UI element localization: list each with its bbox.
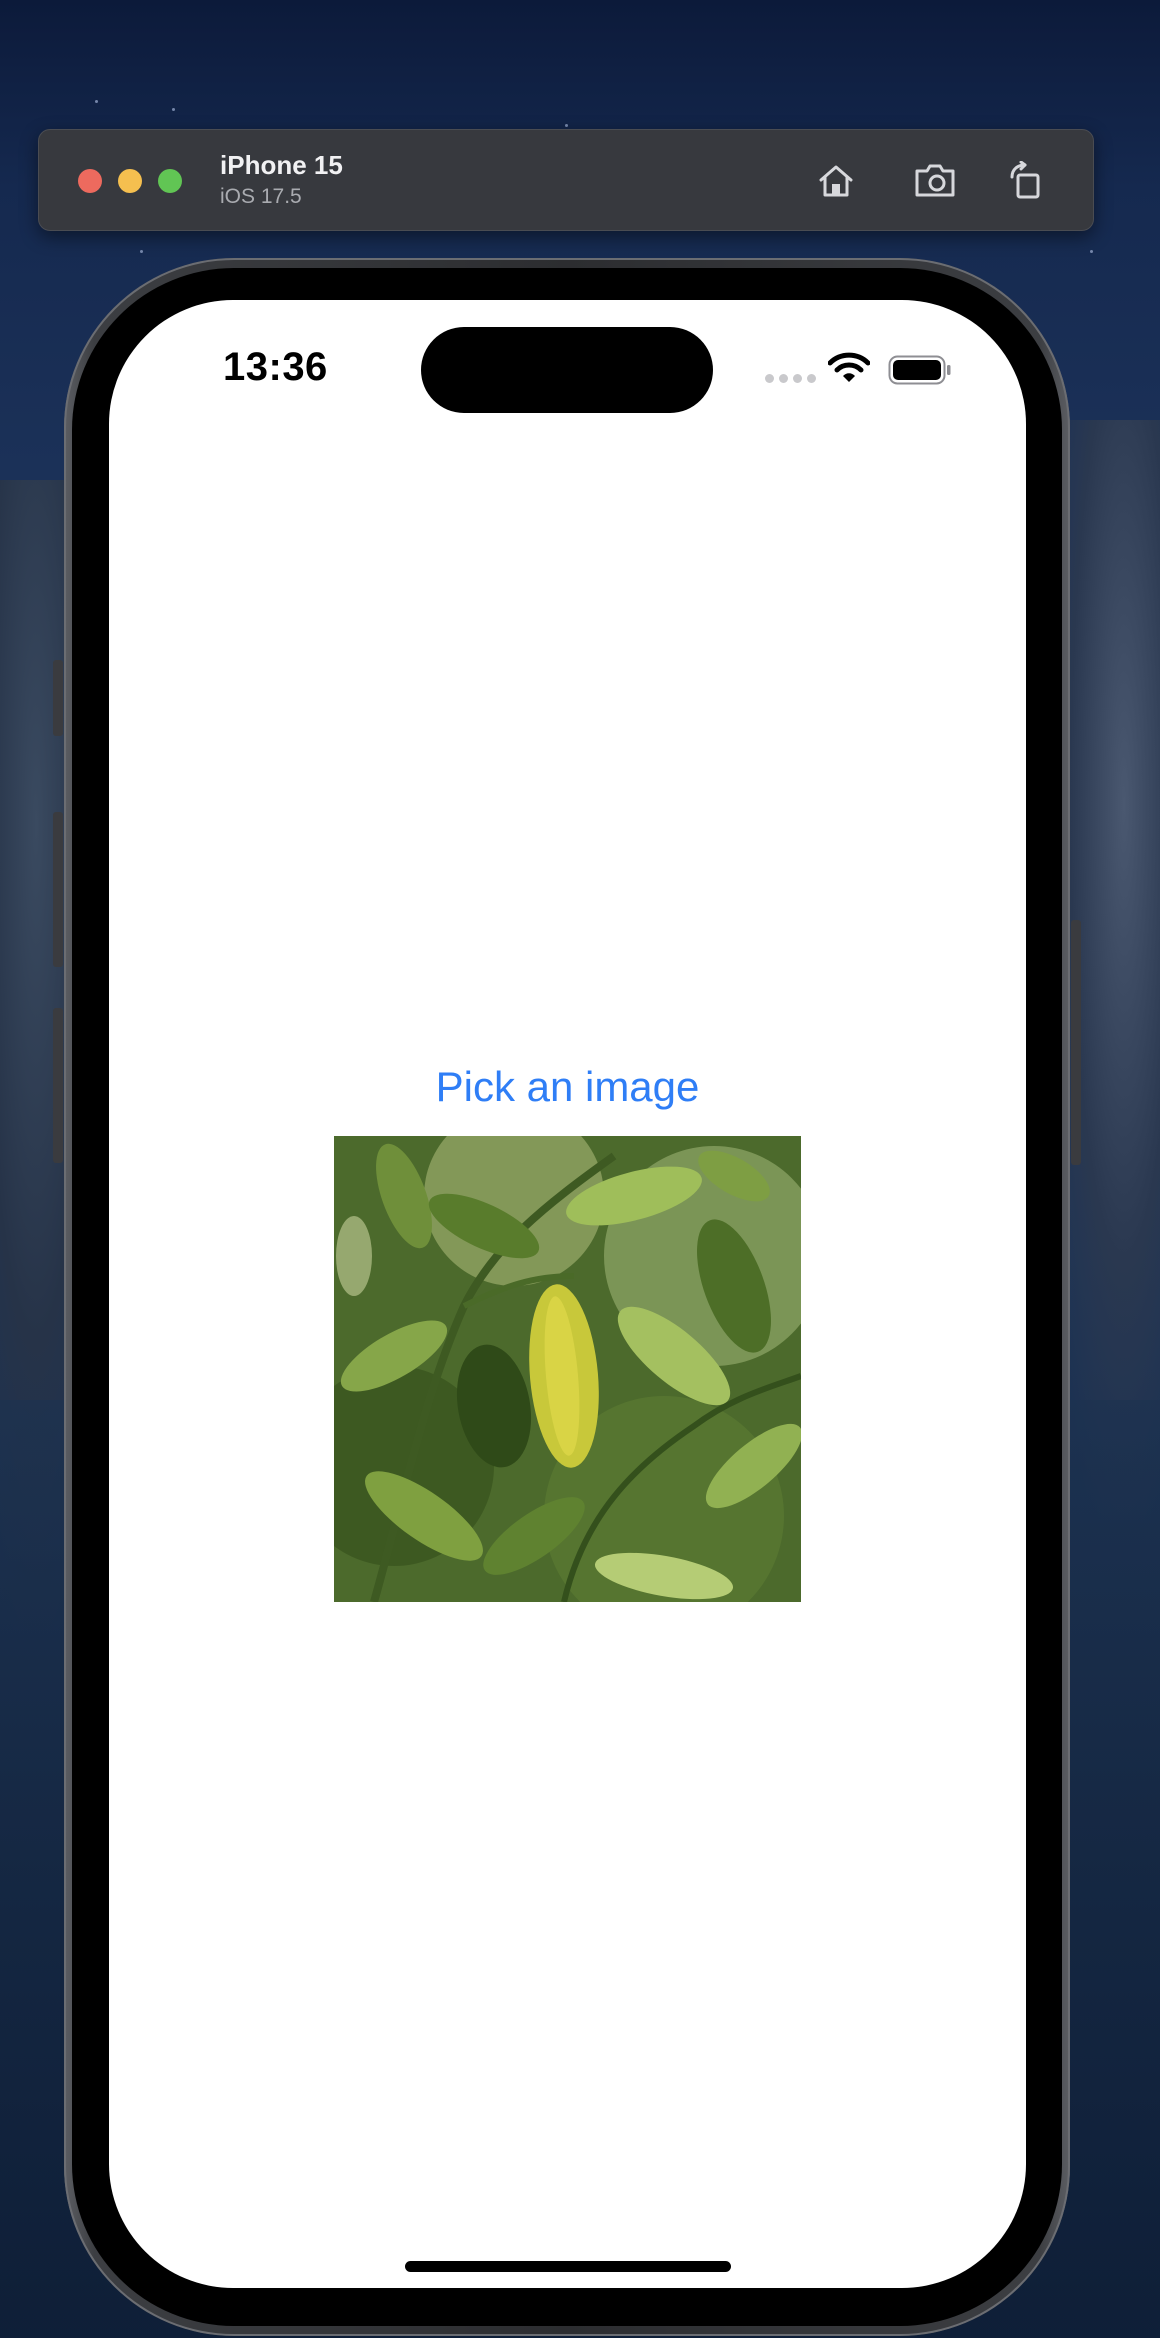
cellular-signal-icon	[765, 374, 816, 383]
volume-up-button[interactable]	[53, 812, 63, 967]
volume-down-button[interactable]	[53, 1008, 63, 1163]
picked-photo	[334, 1136, 801, 1602]
home-icon[interactable]	[810, 155, 862, 207]
status-time: 13:36	[223, 345, 328, 389]
window-close-button[interactable]	[78, 169, 102, 193]
device-name: iPhone 15	[220, 150, 343, 180]
pick-image-button[interactable]: Pick an image	[109, 1063, 1026, 1111]
power-button[interactable]	[1071, 920, 1081, 1165]
home-indicator[interactable]	[405, 2261, 731, 2272]
simulator-toolbar: iPhone 15 iOS 17.5	[38, 129, 1094, 231]
window-maximize-button[interactable]	[158, 169, 182, 193]
screenshot-icon[interactable]	[909, 155, 961, 207]
rotate-icon[interactable]	[1000, 155, 1052, 207]
dynamic-island	[421, 327, 713, 413]
device-os-version: iOS 17.5	[220, 185, 302, 208]
phone-screen: 13:36 Pick an image	[109, 300, 1026, 2288]
window-minimize-button[interactable]	[118, 169, 142, 193]
wifi-icon	[827, 352, 871, 389]
action-button[interactable]	[53, 660, 63, 736]
battery-icon	[888, 355, 952, 390]
leaf-photo-illustration	[334, 1136, 801, 1602]
